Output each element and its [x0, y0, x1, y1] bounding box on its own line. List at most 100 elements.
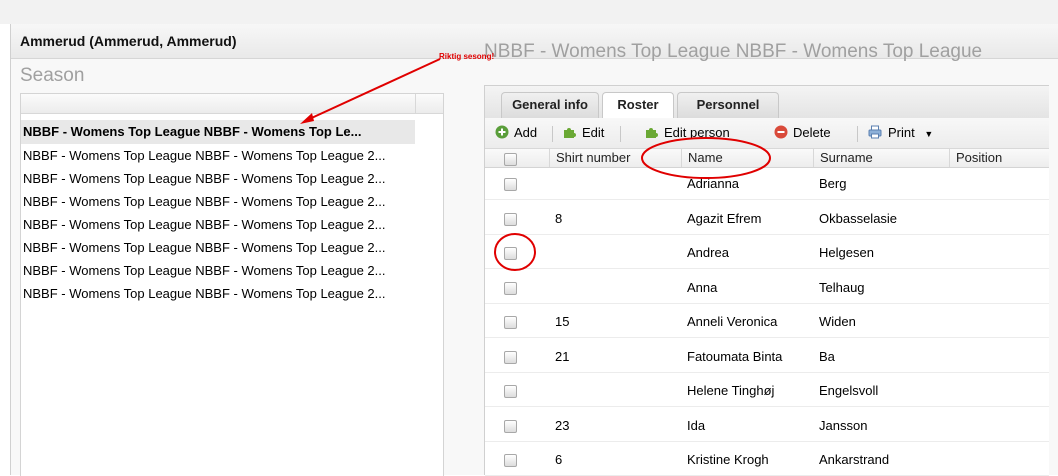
table-row[interactable]: Adrianna Berg	[485, 168, 1049, 200]
select-all-checkbox[interactable]	[504, 153, 517, 166]
cell-name: Helene Tinghøj	[687, 383, 775, 398]
row-checkbox[interactable]	[504, 247, 517, 260]
cell-surname: Telhaug	[819, 279, 865, 295]
column-surname[interactable]: Surname	[813, 149, 948, 167]
season-item[interactable]: NBBF - Womens Top League NBBF - Womens T…	[21, 144, 443, 167]
table-row[interactable]: 23 Ida Jansson	[485, 410, 1049, 442]
row-checkbox[interactable]	[504, 212, 517, 226]
roster-toolbar: Add Edit Edit person Delete Print ▼	[485, 118, 1049, 149]
row-checkbox[interactable]	[504, 454, 517, 467]
season-item[interactable]: NBBF - Womens Top League NBBF - Womens T…	[21, 213, 443, 236]
tab-personnel[interactable]: Personnel	[677, 92, 779, 118]
print-button[interactable]: Print ▼	[867, 124, 933, 142]
cell-surname: Engelsvoll	[819, 383, 879, 398]
edit-person-button[interactable]: Edit person	[645, 124, 730, 142]
puzzle-icon	[646, 128, 658, 138]
column-position[interactable]: Position	[949, 149, 1056, 167]
table-row[interactable]: 15 Anneli Veronica Widen	[485, 306, 1049, 338]
season-item-selected[interactable]: NBBF - Womens Top League NBBF - Womens T…	[21, 120, 415, 144]
roster-column-header: Shirt number Name Surname Position	[485, 149, 1049, 168]
season-list-header	[21, 94, 443, 114]
season-item[interactable]: NBBF - Womens Top League NBBF - Womens T…	[21, 236, 443, 259]
table-row[interactable]: Helene Tinghøj Engelsvoll	[485, 375, 1049, 407]
cell-shirt-number: 23	[555, 417, 570, 433]
cell-surname: Ankarstrand	[819, 452, 890, 467]
season-list: NBBF - Womens Top League NBBF - Womens T…	[20, 93, 444, 476]
cell-position	[949, 203, 955, 234]
edit-button[interactable]: Edit	[563, 124, 604, 142]
cell-shirt-number	[549, 237, 555, 268]
column-divider	[415, 94, 416, 113]
cell-position	[949, 444, 955, 475]
table-row[interactable]: Anna Telhaug	[485, 272, 1049, 304]
annotation-note: Riktig sesong!	[439, 52, 495, 61]
add-label: Add	[514, 125, 538, 140]
cell-name: Ida	[687, 417, 706, 433]
cell-name: Fatoumata Binta	[687, 348, 783, 364]
cell-shirt-number	[549, 375, 555, 406]
table-row[interactable]: Andrea Helgesen	[485, 237, 1049, 269]
toolbar-separator	[620, 126, 621, 142]
table-row[interactable]: 8 Agazit Efrem Okbasselasie	[485, 203, 1049, 235]
row-checkbox[interactable]	[504, 385, 517, 398]
cell-shirt-number: 21	[555, 348, 570, 364]
add-button[interactable]: Add	[495, 124, 537, 142]
row-checkbox[interactable]	[504, 178, 517, 191]
cell-name: Andrea	[687, 245, 729, 260]
panel-title: Ammerud (Ammerud, Ammerud)	[20, 33, 237, 49]
team-label: NBBF - Womens Top League NBBF - Womens T…	[484, 41, 983, 62]
edit-person-label: Edit person	[664, 125, 730, 140]
row-checkbox[interactable]	[504, 281, 517, 295]
cell-surname: Helgesen	[819, 245, 874, 260]
printer-icon	[868, 125, 882, 139]
cell-name: Kristine Krogh	[687, 452, 769, 467]
cell-position	[949, 272, 955, 303]
cell-name: Agazit Efrem	[687, 210, 762, 226]
cell-surname: Widen	[819, 314, 856, 329]
cell-surname: Berg	[819, 176, 847, 191]
cell-position	[949, 410, 955, 441]
table-row[interactable]: 21 Fatoumata Binta Ba	[485, 341, 1049, 373]
cell-position	[949, 375, 955, 406]
tab-roster[interactable]: Roster	[602, 92, 674, 119]
tab-general-info[interactable]: General info	[501, 92, 599, 118]
tab-strip: General info Roster Personnel	[484, 85, 1049, 119]
delete-icon	[774, 125, 788, 139]
top-strip	[0, 0, 1058, 24]
delete-button[interactable]: Delete	[774, 124, 831, 142]
puzzle-icon	[564, 128, 576, 138]
toolbar-separator	[857, 126, 858, 142]
edit-label: Edit	[582, 125, 605, 140]
cell-surname: Ba	[819, 348, 835, 364]
column-name[interactable]: Name	[681, 149, 808, 167]
row-checkbox[interactable]	[504, 350, 517, 364]
season-item[interactable]: NBBF - Womens Top League NBBF - Womens T…	[21, 259, 443, 282]
cell-position	[949, 237, 955, 268]
cell-name: Adrianna	[687, 176, 740, 191]
add-icon	[495, 125, 509, 139]
toolbar-separator	[552, 126, 553, 142]
cell-position	[949, 168, 955, 199]
cell-name: Anna	[687, 279, 718, 295]
cell-surname: Okbasselasie	[819, 210, 898, 226]
cell-shirt-number: 15	[555, 314, 570, 329]
cell-shirt-number	[549, 168, 555, 199]
cell-shirt-number	[549, 272, 555, 303]
season-item[interactable]: NBBF - Womens Top League NBBF - Womens T…	[21, 167, 443, 190]
cell-position	[949, 341, 955, 372]
row-checkbox[interactable]	[504, 316, 517, 329]
season-item[interactable]: NBBF - Womens Top League NBBF - Womens T…	[21, 190, 443, 213]
print-label: Print	[888, 125, 915, 140]
chevron-down-icon[interactable]: ▼	[924, 129, 933, 139]
cell-position	[949, 306, 955, 337]
season-item[interactable]: NBBF - Womens Top League NBBF - Womens T…	[21, 282, 443, 305]
table-row[interactable]: 6 Kristine Krogh Ankarstrand	[485, 444, 1049, 476]
row-checkbox[interactable]	[504, 419, 517, 433]
cell-name: Anneli Veronica	[687, 314, 778, 329]
roster-grid: Add Edit Edit person Delete Print ▼ Shir…	[484, 118, 1049, 476]
season-label: Season	[20, 65, 85, 86]
cell-shirt-number: 6	[555, 452, 563, 467]
column-shirt-number[interactable]: Shirt number	[549, 149, 680, 167]
cell-surname: Jansson	[819, 417, 868, 433]
cell-shirt-number: 8	[555, 210, 563, 226]
